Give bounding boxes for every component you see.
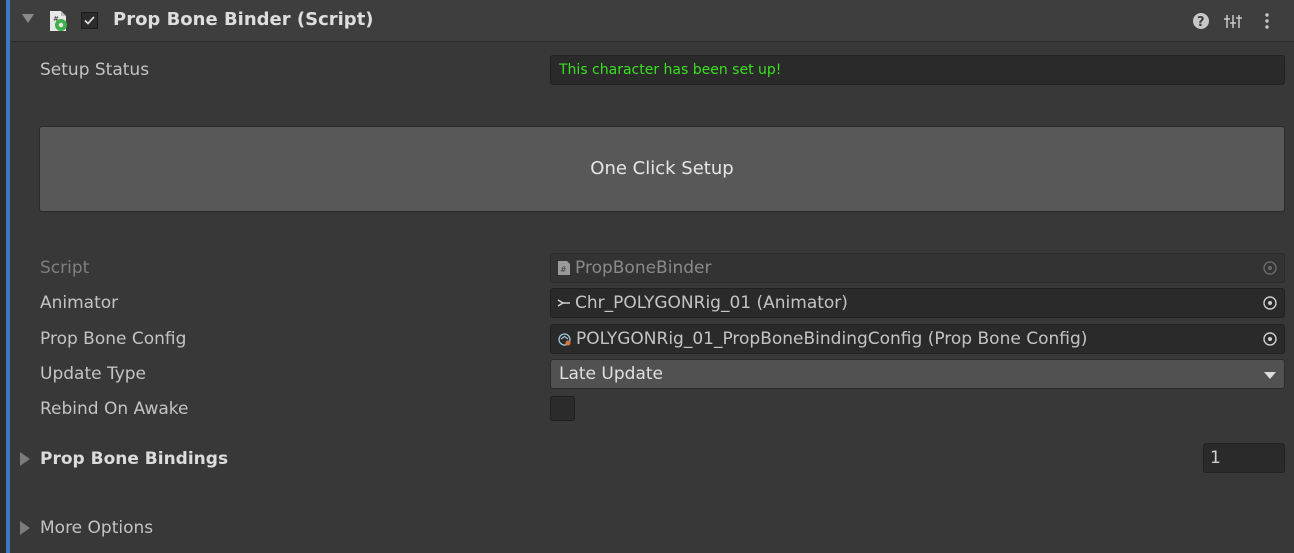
script-label: Script <box>40 258 90 278</box>
prop-bone-bindings-count-field[interactable]: 1 <box>1203 443 1285 473</box>
animator-label: Animator <box>40 293 119 313</box>
cs-script-icon: # <box>50 11 67 31</box>
dropdown-caret-icon <box>1264 372 1276 379</box>
svg-text:#: # <box>560 265 567 274</box>
svg-text:?: ? <box>1197 15 1205 30</box>
prop-bone-bindings-foldout-arrow-icon[interactable] <box>20 452 30 466</box>
update-type-dropdown[interactable]: Late Update <box>550 359 1285 389</box>
fold-arrow-icon[interactable] <box>22 14 34 23</box>
component-accent-bar <box>6 0 10 553</box>
one-click-setup-button[interactable]: One Click Setup <box>39 126 1285 212</box>
checkmark-icon <box>84 16 95 25</box>
object-picker-icon[interactable] <box>1262 331 1278 347</box>
prop-bone-config-value: POLYGONRig_01_PropBoneBindingConfig (Pro… <box>576 329 1088 349</box>
presets-icon[interactable] <box>1223 11 1243 31</box>
animator-icon <box>557 299 570 307</box>
scriptable-object-icon <box>558 332 571 346</box>
component-title: Prop Bone Binder (Script) <box>113 9 374 30</box>
cs-script-file-icon: # <box>558 261 570 275</box>
rebind-on-awake-label: Rebind On Awake <box>40 399 189 419</box>
more-options-kebab-icon[interactable] <box>1257 11 1277 31</box>
more-options-foldout-arrow-icon[interactable] <box>20 521 30 535</box>
setup-status-field: This character has been set up! <box>550 55 1285 85</box>
prop-bone-config-field[interactable]: POLYGONRig_01_PropBoneBindingConfig (Pro… <box>550 324 1285 354</box>
component-header[interactable]: # Prop Bone Binder (Script) ? <box>10 0 1294 42</box>
update-type-label: Update Type <box>40 364 147 384</box>
help-icon[interactable]: ? <box>1191 11 1211 31</box>
more-options-label[interactable]: More Options <box>40 518 153 538</box>
animator-field[interactable]: Chr_POLYGONRig_01 (Animator) <box>550 288 1285 318</box>
object-picker-icon <box>1263 261 1277 275</box>
script-field: # PropBoneBinder <box>550 253 1285 283</box>
prop-bone-bindings-label[interactable]: Prop Bone Bindings <box>40 449 228 469</box>
rebind-on-awake-checkbox[interactable] <box>550 396 575 421</box>
script-value: PropBoneBinder <box>575 258 712 278</box>
setup-status-label: Setup Status <box>40 60 150 80</box>
animator-value: Chr_POLYGONRig_01 (Animator) <box>575 293 848 313</box>
prop-bone-config-label: Prop Bone Config <box>40 329 187 349</box>
update-type-value: Late Update <box>559 364 663 384</box>
object-picker-icon[interactable] <box>1262 295 1278 311</box>
component-enabled-checkbox[interactable] <box>81 12 98 29</box>
